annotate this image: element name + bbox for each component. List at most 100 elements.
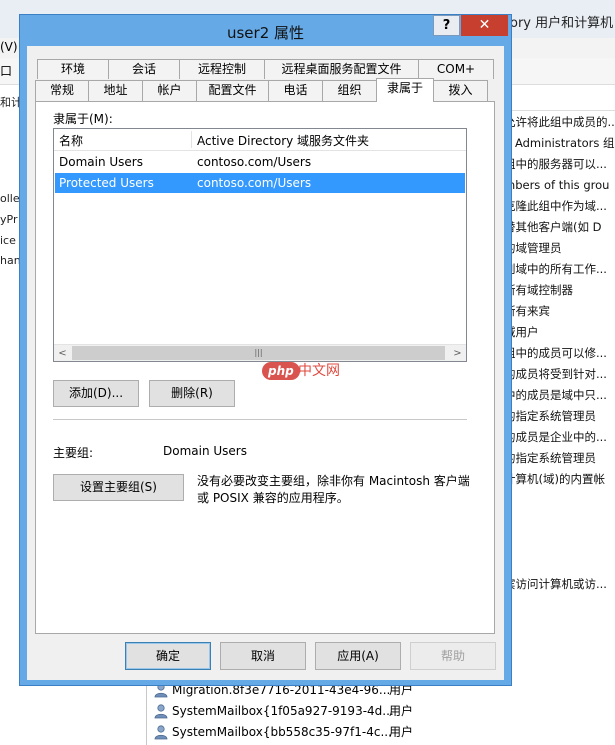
object-name: SystemMailbox{bb558c35-97f1-4c... (172, 725, 392, 739)
member-of-label: 隶属于(M): (53, 112, 113, 126)
tab-environment[interactable]: 环境 (37, 59, 109, 79)
list-item[interactable] (504, 511, 615, 532)
background-tree-fragment: yPr (0, 213, 18, 226)
primary-group-description: 没有必要改变主要组，除非你有 Macintosh 客户端或 POSIX 兼容的应… (197, 474, 470, 505)
horizontal-scrollbar[interactable]: < ||| > (54, 344, 466, 361)
tab-account[interactable]: 帐户 (142, 80, 197, 101)
tab-label: 隶属于 (386, 81, 423, 95)
list-item[interactable]: 组中的服务器可以... (504, 154, 615, 175)
tab-label: 地址 (103, 83, 128, 97)
list-item[interactable]: 所有来宾 (504, 301, 615, 322)
set-primary-group-button[interactable]: 设置主要组(S) (53, 474, 184, 501)
ok-button[interactable]: 确定 (125, 642, 211, 670)
tab-telephones[interactable]: 电话 (268, 80, 323, 101)
tab-label: 常规 (49, 83, 74, 97)
list-item[interactable]: 的成员是企业中的... (504, 427, 615, 448)
section-divider (53, 419, 467, 420)
list-item[interactable] (504, 553, 615, 574)
tab-member-of[interactable]: 隶属于 (376, 78, 434, 102)
tab-label: 会话 (131, 62, 156, 76)
tab-label: COM+ (436, 62, 476, 76)
tab-label: 远程控制 (197, 62, 246, 76)
background-window-title: ory 用户和计算机 (510, 16, 614, 31)
list-item[interactable]: S Administrators 组 (504, 133, 615, 154)
watermark-brand: php (262, 362, 300, 380)
tab-label: 配置文件 (208, 83, 257, 97)
object-type: 用户 (389, 725, 414, 739)
background-object-list: Migration.8f3e7716-2011-43e4-96... 用户 Syst… (148, 680, 615, 743)
help-button[interactable]: 帮助 (410, 642, 496, 670)
background-pane-divider (146, 684, 147, 745)
column-header-folder[interactable]: Active Directory 域服务文件夹 (197, 132, 369, 149)
list-item[interactable]: 的指定系统管理员 (504, 448, 615, 469)
remove-button[interactable]: 删除(R) (149, 380, 235, 407)
close-button[interactable]: ✕ (461, 15, 508, 36)
background-column-header[interactable]: k (505, 92, 615, 111)
scroll-thumb[interactable]: ||| (72, 346, 445, 360)
list-item[interactable]: 替其他客户端(如 D (504, 217, 615, 238)
primary-group-value: Domain Users (163, 444, 247, 458)
group-folder-cell: contoso.com/Users (197, 176, 312, 190)
scroll-right-arrow[interactable]: > (449, 345, 466, 361)
close-icon: ✕ (478, 17, 491, 33)
background-tree-fragment: han (0, 254, 21, 267)
list-header: 名称 Active Directory 域服务文件夹 (54, 129, 466, 151)
table-row[interactable]: SystemMailbox{bb558c35-97f1-4c... 用户 (148, 722, 615, 743)
scroll-left-arrow[interactable]: < (54, 345, 71, 361)
list-item[interactable] (504, 490, 615, 511)
list-item[interactable]: 的成员将受到针对... (504, 364, 615, 385)
tab-organization[interactable]: 组织 (322, 80, 377, 101)
help-title-button[interactable]: ? (433, 15, 460, 36)
tab-general[interactable]: 常规 (35, 80, 89, 101)
list-item[interactable]: 所有域控制器 (504, 280, 615, 301)
tab-address[interactable]: 地址 (88, 80, 143, 101)
tab-sessions[interactable]: 会话 (108, 59, 180, 79)
apply-button[interactable]: 应用(A) (315, 642, 401, 670)
column-header-name[interactable]: 名称 (59, 132, 83, 149)
object-name: SystemMailbox{1f05a927-9193-4d... (172, 704, 394, 718)
tab-com-plus[interactable]: COM+ (418, 59, 494, 79)
group-name-cell: Protected Users (59, 176, 154, 190)
list-item[interactable]: 克隆此组中作为域... (504, 196, 615, 217)
object-type: 用户 (389, 704, 414, 718)
tab-label: 组织 (337, 83, 362, 97)
list-item[interactable]: 组中的成员可以修... (504, 343, 615, 364)
user-properties-dialog: user2 属性 ? ✕ 环境 会话 远程控制 远程桌面服务配置文件 COM+ … (19, 14, 512, 686)
list-item[interactable]: 宾访问计算机或访... (504, 574, 615, 595)
tab-remote-desktop-profile[interactable]: 远程桌面服务配置文件 (264, 59, 419, 79)
php-cn-watermark: php 中文网 (262, 362, 352, 384)
tab-label: 电话 (283, 83, 308, 97)
tab-label: 远程桌面服务配置文件 (281, 62, 402, 76)
list-item[interactable]: 中的成员是域中只... (504, 385, 615, 406)
user-icon (154, 725, 168, 740)
background-menu-view[interactable]: (V) (0, 40, 18, 54)
group-folder-cell: contoso.com/Users (197, 155, 312, 169)
list-item[interactable]: 域用户 (504, 322, 615, 343)
tab-label: 帐户 (157, 83, 182, 97)
list-item[interactable]: mbers of this grou (504, 175, 615, 196)
column-divider[interactable] (191, 131, 192, 148)
tab-dial-in[interactable]: 拨入 (433, 80, 488, 101)
watermark-text: 中文网 (298, 363, 340, 379)
list-item[interactable]: 允许将此组中成员的... (504, 112, 615, 133)
cancel-button[interactable]: 取消 (220, 642, 306, 670)
member-of-list[interactable]: 名称 Active Directory 域服务文件夹 Domain Users … (53, 128, 467, 362)
list-item[interactable]: 到域中的所有工作... (504, 259, 615, 280)
background-tree-fragment: olle (0, 192, 20, 205)
add-button[interactable]: 添加(D)... (53, 380, 139, 407)
background-toolbar-button[interactable]: 口 (0, 62, 12, 79)
tab-profile[interactable]: 配置文件 (196, 80, 269, 101)
table-row[interactable]: Domain Users contoso.com/Users (55, 152, 465, 172)
list-item[interactable] (504, 532, 615, 553)
tab-label: 环境 (60, 62, 85, 76)
list-item[interactable]: 的指定系统管理员 (504, 406, 615, 427)
tab-label: 拨入 (448, 83, 473, 97)
list-item[interactable]: 的域管理员 (504, 238, 615, 259)
table-row[interactable]: SystemMailbox{1f05a927-9193-4d... 用户 (148, 701, 615, 722)
table-row-selected[interactable]: Protected Users contoso.com/Users (55, 173, 465, 193)
list-item[interactable]: 计算机(域)的内置帐 (504, 469, 615, 490)
tab-remote-control[interactable]: 远程控制 (179, 59, 265, 79)
background-tree-fragment: ice (0, 234, 16, 247)
background-description-column: 允许将此组中成员的... S Administrators 组组中的服务器可以..… (504, 112, 615, 595)
primary-group-label: 主要组: (53, 446, 94, 460)
